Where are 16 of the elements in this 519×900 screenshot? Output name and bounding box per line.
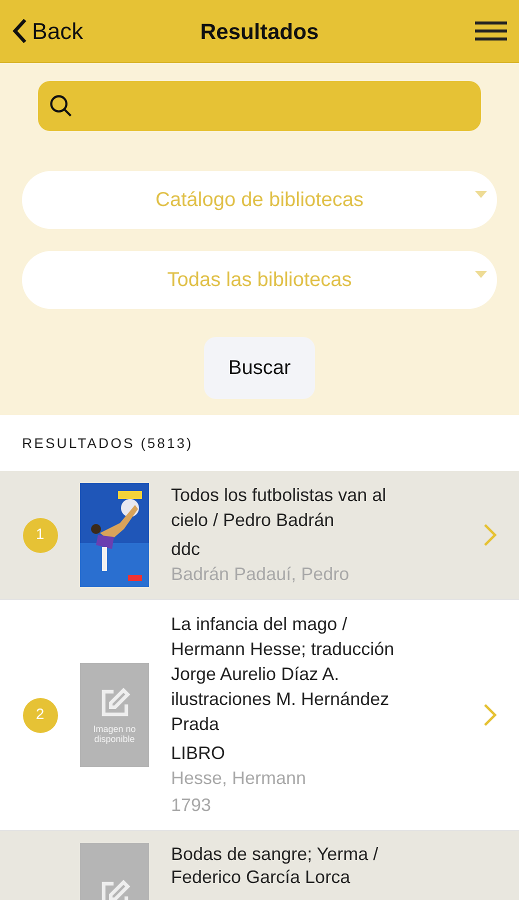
results-heading: RESULTADOS (5813) — [22, 434, 194, 453]
result-row[interactable]: 1 Todos los futbolistas van al cielo / Pedro Badrán ddc Badrán Padauí, Pedro — [0, 471, 519, 600]
back-button[interactable]: Back — [12, 14, 122, 48]
result-title: La infancia del mago / Hermann Hesse; traducción Jorge Aurelio Díaz A. ilustraciones M. Hernández Prada — [171, 613, 396, 736]
placeholder-text: Imagen no disponible — [92, 724, 137, 744]
result-year: 1793 — [171, 794, 212, 817]
search-button[interactable]: Buscar — [204, 337, 315, 399]
result-author: Hesse, Hermann — [171, 767, 308, 790]
result-author: Badrán Padauí, Pedro — [171, 563, 350, 586]
result-number: 1 — [22, 518, 58, 552]
result-title: Bodas de sangre; Yerma / Federico García Lorca — [171, 843, 380, 889]
result-number: 2 — [22, 698, 58, 732]
result-row[interactable]: Bodas de sangre; Yerma / Federico García Lorca — [0, 831, 519, 900]
result-type: LIBRO — [171, 742, 226, 765]
page-title: Resultados — [199, 18, 320, 46]
result-type: ddc — [171, 538, 202, 561]
